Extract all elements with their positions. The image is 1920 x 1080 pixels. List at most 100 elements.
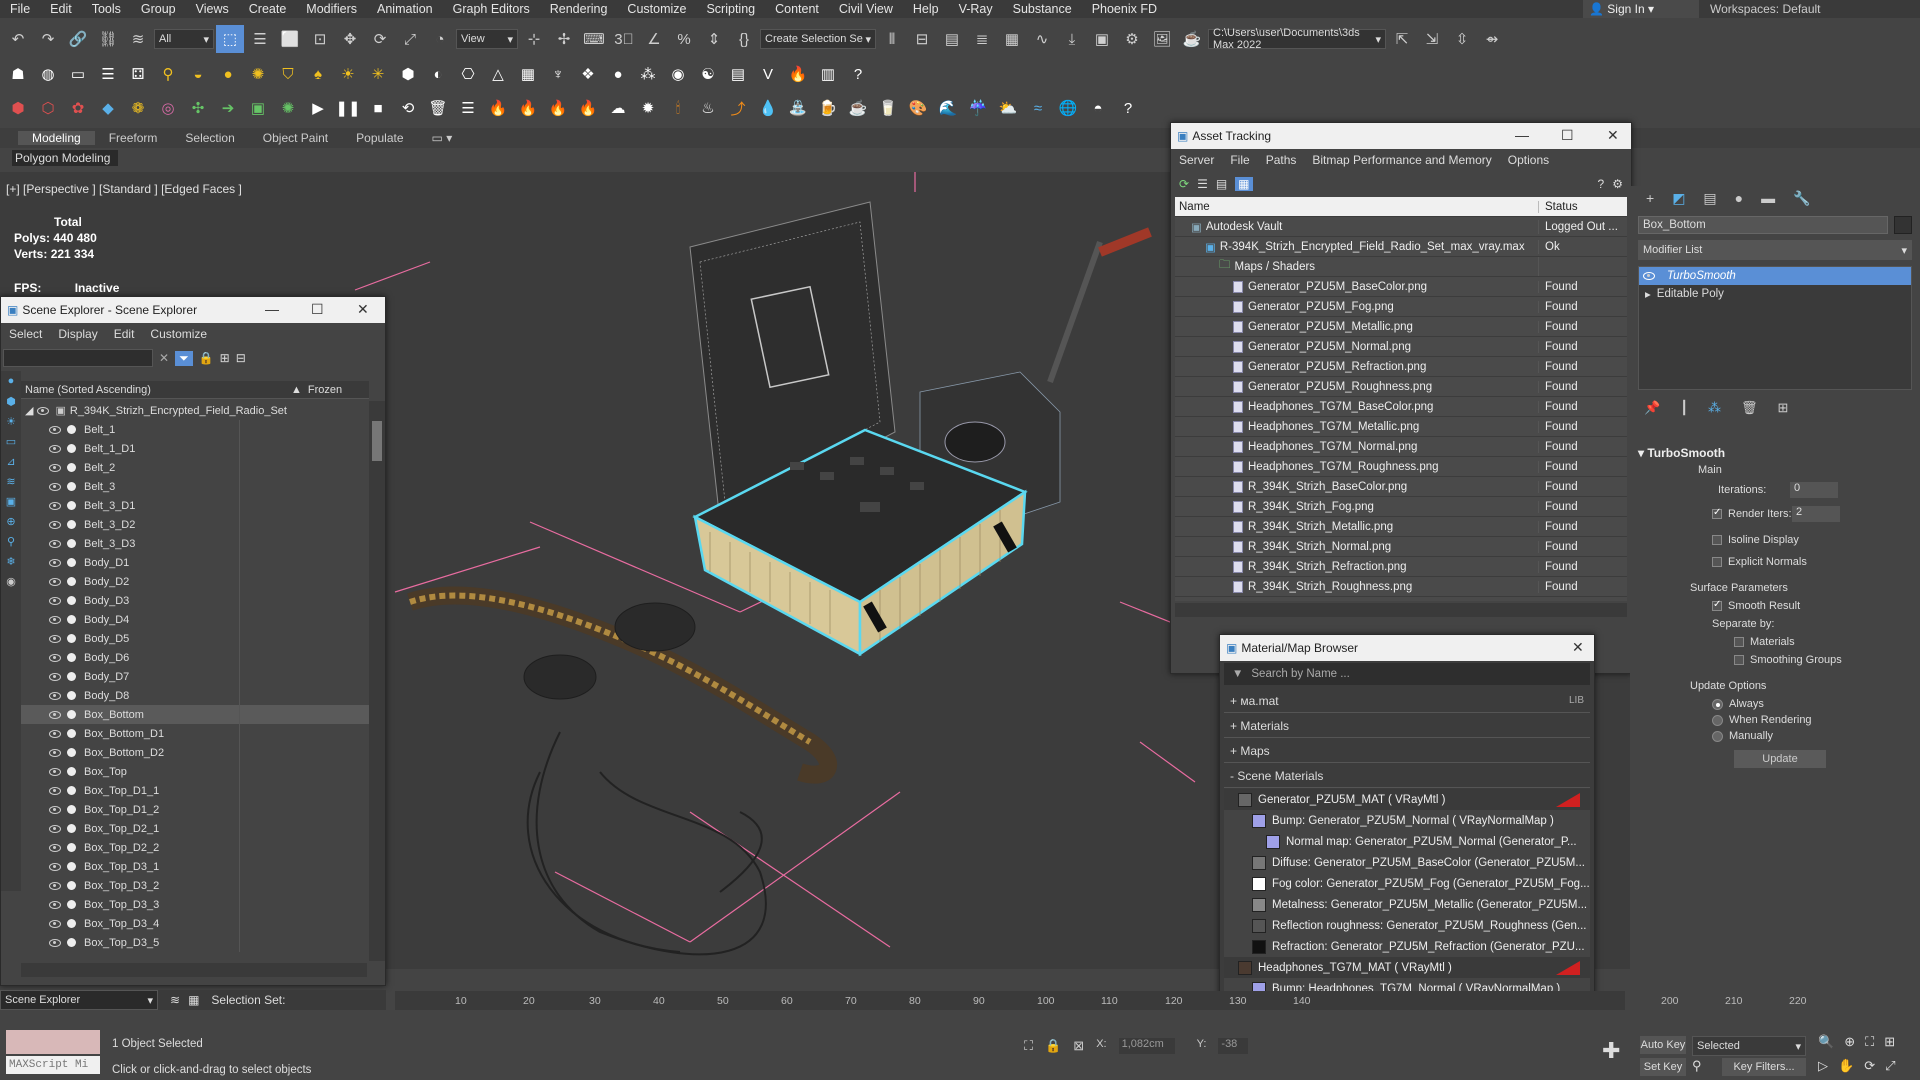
- when-rendering-radio[interactable]: [1712, 714, 1723, 726]
- play-icon[interactable]: ▶: [304, 94, 332, 122]
- display-lights-icon[interactable]: ☀: [1, 411, 21, 431]
- scene-object-row[interactable]: Box_Top_D3_2: [21, 876, 369, 895]
- object-color-swatch[interactable]: [1894, 216, 1912, 234]
- link-icon[interactable]: 🔗: [64, 25, 92, 53]
- list-view-icon[interactable]: ☰: [1197, 177, 1208, 191]
- percent-snap-icon[interactable]: %: [670, 25, 698, 53]
- object-name-field[interactable]: Box_Bottom: [1638, 216, 1888, 234]
- scene-object-row[interactable]: Belt_2: [21, 458, 369, 477]
- scene-search-input[interactable]: [3, 349, 153, 367]
- display-cameras-icon[interactable]: ▭: [1, 431, 21, 451]
- vray-decal-icon[interactable]: ◉: [664, 60, 692, 88]
- hierarchy-tab-icon[interactable]: ▤: [1703, 190, 1716, 207]
- asset-row[interactable]: Generator_PZU5M_Roughness.png Found: [1175, 377, 1627, 397]
- scene-object-row[interactable]: Box_Top_D2_2: [21, 838, 369, 857]
- smoothing-groups-checkbox[interactable]: [1734, 655, 1744, 665]
- scrollbar-thumb[interactable]: [372, 421, 382, 461]
- menu-select[interactable]: Select: [1, 327, 50, 341]
- vray-cube-icon[interactable]: ⬢: [394, 60, 422, 88]
- vray-vrscene-icon[interactable]: ▤: [724, 60, 752, 88]
- visibility-eye-icon[interactable]: [49, 577, 61, 586]
- visibility-eye-icon[interactable]: [49, 710, 61, 719]
- sort-icon[interactable]: ⊟: [236, 351, 246, 365]
- material-editor-icon[interactable]: ▣: [1088, 25, 1116, 53]
- scene-object-row[interactable]: Box_Top_D3_3: [21, 895, 369, 914]
- phoenix-liquid-icon[interactable]: ✿: [64, 94, 92, 122]
- display-particles-icon[interactable]: ❄: [1, 551, 21, 571]
- liquid-preset-1-icon[interactable]: 💧: [754, 94, 782, 122]
- phoenix-fire-icon[interactable]: ⬡: [34, 94, 62, 122]
- vray-logo-icon[interactable]: V: [754, 60, 782, 88]
- vray-light-icon[interactable]: ◍: [34, 60, 62, 88]
- vray-mesh-light-icon[interactable]: ✺: [244, 60, 272, 88]
- ribbon-panel-polygon-modeling[interactable]: Polygon Modeling: [12, 150, 118, 166]
- frozen-cell[interactable]: [239, 705, 301, 724]
- scene-object-row[interactable]: Belt_3_D2: [21, 515, 369, 534]
- column-frozen-header[interactable]: Frozen: [302, 384, 342, 396]
- visibility-eye-icon[interactable]: [49, 729, 61, 738]
- keyboard-shortcut-icon[interactable]: ⌨: [580, 25, 608, 53]
- spinner-snap-icon[interactable]: ⇕: [700, 25, 728, 53]
- frozen-cell[interactable]: [239, 496, 301, 515]
- visibility-eye-icon[interactable]: [49, 748, 61, 757]
- phoenix-box-icon[interactable]: ▣: [244, 94, 272, 122]
- update-button[interactable]: Update: [1734, 750, 1826, 768]
- visibility-eye-icon[interactable]: [49, 691, 61, 700]
- show-end-result-icon[interactable]: ┃: [1680, 400, 1688, 416]
- ocean-preset-icon[interactable]: 🌊: [934, 94, 962, 122]
- milk-preset-icon[interactable]: 🥛: [874, 94, 902, 122]
- scene-material-row[interactable]: Diffuse: Generator_PZU5M_BaseColor (Gene…: [1224, 852, 1590, 873]
- vray-material-ball-icon[interactable]: ●: [604, 60, 632, 88]
- isolate-selection-icon[interactable]: ⛶: [1024, 1038, 1033, 1054]
- scene-root-node[interactable]: ◢ ▣ R_394K_Strizh_Encrypted_Field_Radio_…: [21, 401, 369, 420]
- rain-preset-icon[interactable]: ☔: [964, 94, 992, 122]
- viewport-label-menu[interactable]: [+] [Perspective ] [Standard ] [Edged Fa…: [6, 182, 242, 196]
- asset-row[interactable]: 🗀 Maps / Shaders: [1175, 257, 1627, 277]
- scene-object-row[interactable]: Body_D5: [21, 629, 369, 648]
- column-name-header[interactable]: Name (Sorted Ascending): [21, 384, 291, 396]
- display-shapes-icon[interactable]: ⬢: [1, 391, 21, 411]
- expand-icon[interactable]: ▸: [1645, 287, 1651, 301]
- asset-row[interactable]: Headphones_TG7M_Roughness.png Found: [1175, 457, 1627, 477]
- visibility-eye-icon[interactable]: [37, 406, 50, 415]
- close-icon[interactable]: ✕: [1572, 639, 1584, 656]
- vault-help-icon[interactable]: ⚙: [1612, 177, 1623, 191]
- asset-tracking-titlebar[interactable]: ▣ Asset Tracking — ☐ ✕: [1171, 123, 1631, 149]
- modify-tab-icon[interactable]: ◩: [1672, 190, 1685, 207]
- coffee-preset-icon[interactable]: ☕: [844, 94, 872, 122]
- select-scale-icon[interactable]: ⤢: [396, 25, 424, 53]
- material-browser-section[interactable]: + Maps: [1224, 739, 1590, 763]
- menu-animation[interactable]: Animation: [367, 2, 443, 16]
- ribbon-options-icon[interactable]: ▭ ▾: [418, 131, 467, 145]
- menu-substance[interactable]: Substance: [1003, 2, 1082, 16]
- create-selection-set-dropdown[interactable]: Create Selection Se ▾: [760, 29, 876, 49]
- always-radio[interactable]: [1712, 698, 1723, 710]
- asset-row[interactable]: R_394K_Strizh_Refraction.png Found: [1175, 557, 1627, 577]
- maximize-icon[interactable]: ☐: [311, 301, 324, 318]
- explicit-normals-row[interactable]: Explicit Normals: [1712, 556, 1912, 568]
- asset-row[interactable]: R_394K_Strizh_BaseColor.png Found: [1175, 477, 1627, 497]
- manipulate-icon[interactable]: ✢: [550, 25, 578, 53]
- scene-material-row[interactable]: Refraction: Generator_PZU5M_Refraction (…: [1224, 936, 1590, 957]
- render-iters-spinner[interactable]: 2: [1792, 506, 1840, 522]
- vray-ies-icon[interactable]: ⛉: [274, 60, 302, 88]
- frozen-cell[interactable]: [239, 762, 301, 781]
- menu-scripting[interactable]: Scripting: [696, 2, 765, 16]
- edit-named-selection-icon[interactable]: {}: [730, 25, 758, 53]
- scene-object-row[interactable]: Box_Top_D2_1: [21, 819, 369, 838]
- ribbon-tab-populate[interactable]: Populate: [342, 131, 417, 145]
- display-bones-icon[interactable]: ⚲: [1, 531, 21, 551]
- ribbon-tab-freeform[interactable]: Freeform: [95, 131, 172, 145]
- menu-file[interactable]: File: [0, 2, 40, 16]
- frozen-cell[interactable]: [239, 458, 301, 477]
- render-setup-icon[interactable]: ⚙: [1118, 25, 1146, 53]
- fire-preset-4-icon[interactable]: 🔥: [574, 94, 602, 122]
- update-manually-row[interactable]: Manually: [1712, 730, 1912, 742]
- asset-row[interactable]: Generator_PZU5M_Metallic.png Found: [1175, 317, 1627, 337]
- scene-tree-scrollbar[interactable]: [369, 401, 385, 961]
- auto-key-button[interactable]: Auto Key: [1640, 1036, 1686, 1054]
- visibility-eye-icon[interactable]: [49, 444, 61, 453]
- remove-modifier-icon[interactable]: 🗑: [1741, 400, 1758, 416]
- menu-paths[interactable]: Paths: [1258, 153, 1305, 167]
- ribbon-tab-object-paint[interactable]: Object Paint: [249, 131, 342, 145]
